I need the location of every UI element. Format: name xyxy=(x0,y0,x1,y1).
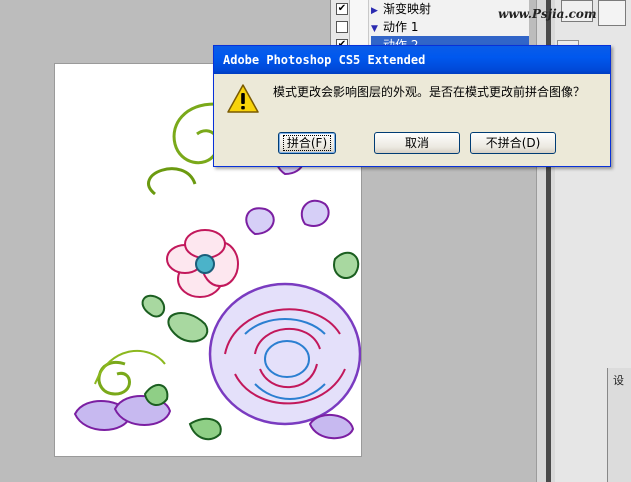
flatten-button[interactable]: 拼合(F) xyxy=(278,132,336,154)
properties-panel-tab[interactable]: 设 xyxy=(607,368,631,482)
mode-change-dialog: Adobe Photoshop CS5 Extended 模式更改会影响图层的外… xyxy=(213,45,611,167)
dialog-message: 模式更改会影响图层的外观。是否在模式更改前拼合图像？ xyxy=(273,85,586,99)
warning-icon xyxy=(227,84,259,113)
action-checkbox[interactable]: ✔ xyxy=(336,3,348,15)
action-checkbox[interactable] xyxy=(336,21,348,33)
cancel-button[interactable]: 取消 xyxy=(374,132,460,154)
tool-button[interactable] xyxy=(598,0,626,26)
dialog-titlebar[interactable]: Adobe Photoshop CS5 Extended xyxy=(214,46,610,74)
watermark-text: www.Psjia.com xyxy=(498,7,597,21)
dialog-title: Adobe Photoshop CS5 Extended xyxy=(223,53,426,67)
dont-flatten-button[interactable]: 不拼合(D) xyxy=(470,132,556,154)
